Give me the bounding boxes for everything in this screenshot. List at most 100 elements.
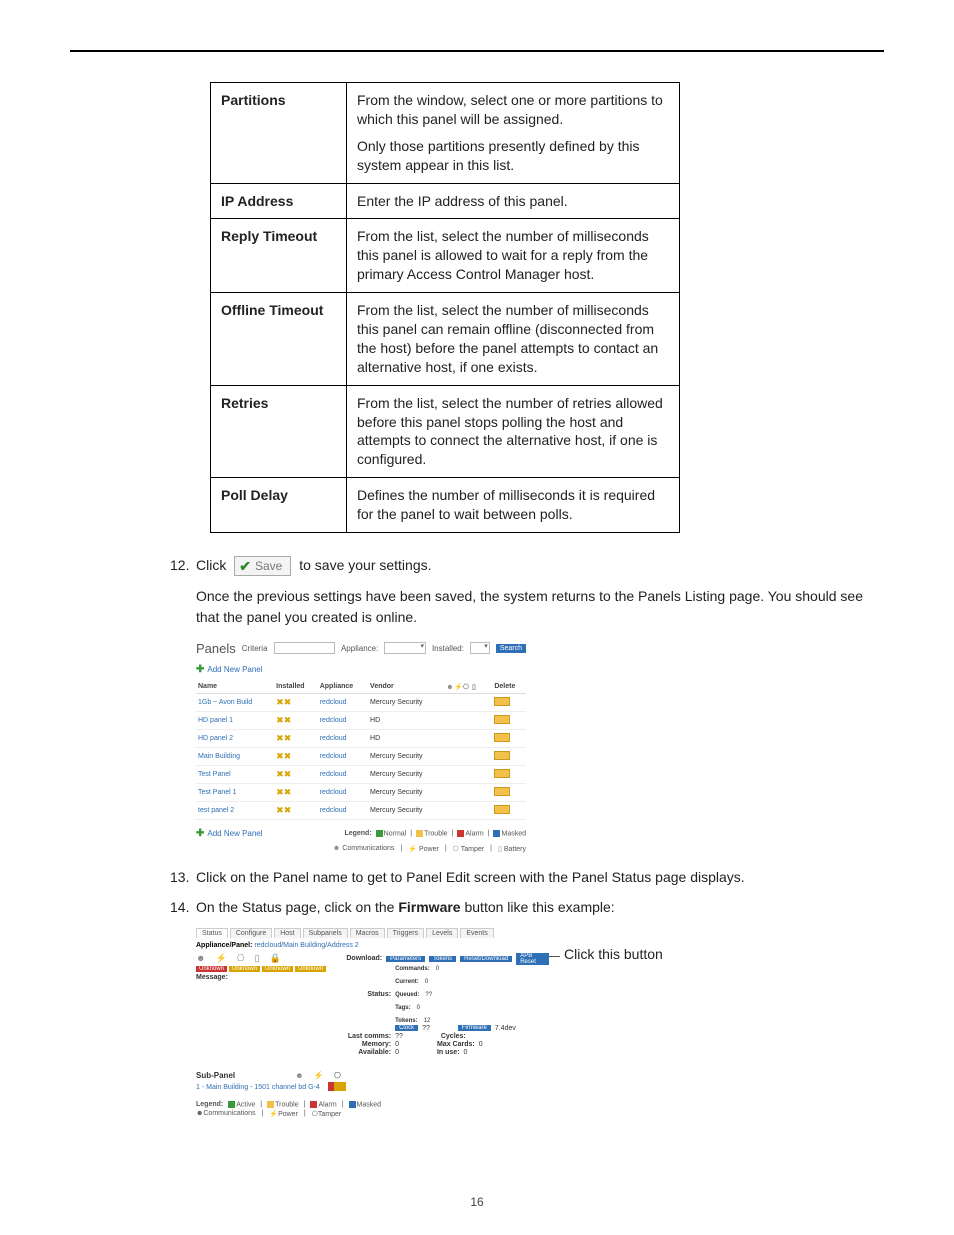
step-14: 14. On the Status page, click on the Fir… [170,897,870,917]
panels-title: Panels [196,641,236,656]
save-button-label: Save [255,558,282,574]
reset-download-button[interactable]: Reset/Download [460,956,512,962]
table-row: Main Building ✖✖ redcloud Mercury Securi… [196,747,526,765]
breadcrumb-link[interactable]: Address 2 [327,942,359,949]
delete-button[interactable] [494,769,510,778]
download-label: Download: [336,955,382,962]
after-save-paragraph: Once the previous settings have been sav… [196,586,866,627]
delete-button[interactable] [494,697,510,706]
installed-icon: ✖✖ [276,805,291,815]
table-row: HD panel 2 ✖✖ redcloud HD [196,729,526,747]
appliance-link[interactable]: redcloud [320,717,347,724]
delete-button[interactable] [494,715,510,724]
table-row: HD panel 1 ✖✖ redcloud HD [196,711,526,729]
step-14-prefix: On the Status page, click on the [196,899,398,915]
step-number: 12. [170,555,196,575]
panels-listing-screenshot: Panels Criteria Appliance: Installed: Se… [196,641,526,853]
config-row-label: Reply Timeout [211,219,347,293]
legend-label: Legend: [196,1101,223,1108]
status-label: Status: [336,991,391,998]
check-icon: ✔ [239,558,251,574]
status-tabs: StatusConfigureHostSubpanelsMacrosTrigge… [196,928,536,938]
config-row-label: Poll Delay [211,478,347,533]
callout-text: Click this button [564,946,663,962]
step-12: 12. Click ✔ Save to save your settings. [170,555,870,576]
panel-name-link[interactable]: HD panel 1 [198,717,233,724]
apb-reset-button[interactable]: APB Reset [516,953,549,965]
installed-icon: ✖✖ [276,715,291,725]
panel-name-link[interactable]: test panel 2 [198,807,234,814]
config-row-desc: From the list, select the number of mill… [347,293,680,386]
add-new-panel-top[interactable]: ✚ Add New Panel [196,664,263,675]
installed-icon: ✖✖ [276,697,291,707]
delete-button[interactable] [494,805,510,814]
panel-name-link[interactable]: 1Gb ~ Avon Build [198,699,252,706]
config-table: PartitionsFrom the window, select one or… [210,82,680,533]
installed-icon: ✖✖ [276,787,291,797]
message-label: Message: [196,974,326,981]
add-new-panel-bottom[interactable]: ✚ Add New Panel [196,828,263,839]
delete-button[interactable] [494,787,510,796]
tab-macros[interactable]: Macros [350,928,385,938]
panels-table: Name Installed Appliance Vendor ☻⚡⎔▯ Del… [196,681,526,820]
step-13: 13. Click on the Panel name to get to Pa… [170,867,870,887]
panel-name-link[interactable]: Test Panel 1 [198,789,237,796]
appliance-link[interactable]: redcloud [320,807,347,814]
tab-host[interactable]: Host [274,928,300,938]
step-13-text: Click on the Panel name to get to Panel … [196,867,870,887]
config-row-label: Partitions [211,83,347,184]
search-button[interactable]: Search [496,644,526,653]
subpanel-title: Sub-Panel [196,1071,235,1080]
save-button[interactable]: ✔ Save [234,556,291,576]
table-row: 1Gb ~ Avon Build ✖✖ redcloud Mercury Sec… [196,693,526,711]
clock-button[interactable]: Clock [395,1025,418,1031]
panel-name-link[interactable]: Main Building [198,753,240,760]
panel-name-link[interactable]: Test Panel [198,771,231,778]
page-number: 16 [0,1195,954,1209]
plus-icon: ✚ [196,664,204,675]
plus-icon: ✚ [196,828,204,839]
appliance-select[interactable] [384,642,426,654]
installed-label: Installed: [432,644,464,653]
breadcrumb: Appliance/Panel: redcloud/Main Building/… [196,942,536,949]
tab-status[interactable]: Status [196,928,228,938]
tab-levels[interactable]: Levels [426,928,458,938]
subpanel-icons: ☻ ⚡ ⎔ [295,1071,345,1080]
config-row-label: Offline Timeout [211,293,347,386]
appliance-link[interactable]: redcloud [320,789,347,796]
tab-configure[interactable]: Configure [230,928,272,938]
subpanel-row-link[interactable]: 1 - Main Building - 1501 channel bd G-4 [196,1084,320,1091]
step-14-bold: Firmware [398,899,460,915]
legend-label: Legend: [344,830,371,837]
col-name[interactable]: Name [196,681,274,694]
table-row: test panel 2 ✖✖ redcloud Mercury Securit… [196,801,526,819]
col-installed[interactable]: Installed [274,681,318,694]
table-row: Test Panel ✖✖ redcloud Mercury Security [196,765,526,783]
appliance-link[interactable]: redcloud [320,753,347,760]
delete-button[interactable] [494,751,510,760]
config-row-desc: From the window, select one or more part… [347,83,680,184]
criteria-input[interactable] [274,642,335,654]
breadcrumb-link[interactable]: Main Building [283,942,325,949]
parameters-button[interactable]: Parameters [386,956,425,962]
panel-name-link[interactable]: HD panel 2 [198,735,233,742]
col-icons: ☻⚡⎔▯ [444,681,492,694]
tab-subpanels[interactable]: Subpanels [303,928,348,938]
installed-select[interactable] [470,642,490,654]
tab-triggers[interactable]: Triggers [387,928,424,938]
firmware-button[interactable]: Firmware [458,1025,491,1031]
col-vendor[interactable]: Vendor [368,681,444,694]
tokens-button[interactable]: Tokens [429,956,456,962]
breadcrumb-link[interactable]: redcloud [254,942,281,949]
appliance-link[interactable]: redcloud [320,699,347,706]
appliance-link[interactable]: redcloud [320,771,347,778]
col-delete[interactable]: Delete [492,681,526,694]
installed-icon: ✖✖ [276,751,291,761]
config-row-desc: Defines the number of milliseconds it is… [347,478,680,533]
appliance-link[interactable]: redcloud [320,735,347,742]
tab-events[interactable]: Events [460,928,493,938]
col-appliance[interactable]: Appliance [318,681,368,694]
table-row: Test Panel 1 ✖✖ redcloud Mercury Securit… [196,783,526,801]
delete-button[interactable] [494,733,510,742]
criteria-label: Criteria [242,644,268,653]
